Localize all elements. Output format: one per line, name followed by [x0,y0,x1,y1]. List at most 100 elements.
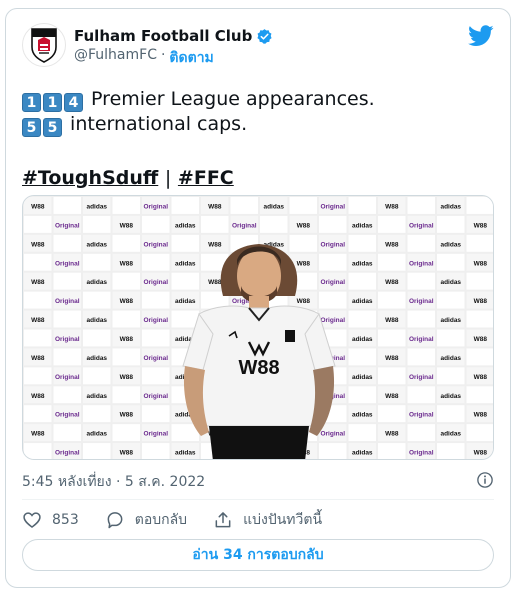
backdrop-sponsor-logo: W88 [474,222,488,229]
backdrop-sponsor-logo: adidas [440,203,461,210]
backdrop-sponsor-logo: W88 [385,317,399,324]
backdrop-sponsor-logo: W88 [120,412,134,419]
backdrop-cell [53,348,81,366]
backdrop-sponsor-logo: Original [409,222,434,229]
backdrop-sponsor-logo: adidas [86,279,107,286]
backdrop-sponsor-logo: W88 [208,203,222,210]
backdrop-cell [112,234,140,252]
shirt-sponsor: W88 [238,357,279,379]
backdrop-sponsor-logo: adidas [440,241,461,248]
backdrop-cell [378,329,406,347]
backdrop-cell [378,367,406,385]
backdrop-cell [83,329,111,347]
backdrop-sponsor-logo: W88 [120,336,134,343]
backdrop-sponsor-logo: W88 [120,450,134,457]
backdrop-sponsor-logo: Original [409,260,434,267]
backdrop-sponsor-logo: Original [143,241,168,248]
backdrop-cell [53,234,81,252]
backdrop-sponsor-logo: W88 [120,374,134,381]
backdrop-cell [83,443,111,459]
reply-button[interactable]: ตอบกลับ [105,509,187,531]
backdrop-cell [289,234,317,252]
backdrop-cell [437,253,465,271]
timestamp[interactable]: 5:45 หลังเที่ยง · 5 ส.ค. 2022 [22,474,205,490]
backdrop-cell [142,215,170,233]
backdrop-sponsor-logo: W88 [120,298,134,305]
backdrop-cell [437,329,465,347]
backdrop-sponsor-logo: W88 [385,393,399,400]
backdrop-sponsor-logo: W88 [474,450,488,457]
like-count: 853 [52,512,79,528]
backdrop-sponsor-logo: Original [143,431,168,438]
hashtag-toughsduff[interactable]: #ToughSduff [22,167,158,189]
backdrop-sponsor-logo: W88 [31,203,45,210]
player-photo: W88 adidas Original W88 adidas Original W88 adi… [23,196,493,459]
tweet-line-2-text: international caps. [70,113,248,135]
backdrop-cell [466,234,493,252]
backdrop-cell [348,197,376,214]
backdrop-cell [407,386,435,404]
backdrop-sponsor-logo: adidas [175,450,196,457]
backdrop-sponsor-logo: Original [409,298,434,305]
backdrop-cell [407,272,435,290]
display-name[interactable]: Fulham Football Club [74,27,252,45]
backdrop-cell [142,253,170,271]
tweet-text: 114 Premier League appearances. 55 inter… [22,87,494,137]
backdrop-sponsor-logo: Original [55,374,80,381]
backdrop-sponsor-logo: W88 [474,412,488,419]
handle-row: @FulhamFC · ติดตาม [74,47,214,69]
backdrop-cell [230,197,258,214]
backdrop-cell [437,367,465,385]
backdrop-sponsor-logo: adidas [86,203,107,210]
backdrop-sponsor-logo: W88 [120,260,134,267]
backdrop-cell [24,215,52,233]
backdrop-cell [466,348,493,366]
backdrop-cell [437,215,465,233]
read-replies-button[interactable]: อ่าน 34 การตอบกลับ [22,539,494,571]
backdrop-cell [407,424,435,442]
hashtag-ffc[interactable]: #FFC [178,167,234,189]
backdrop-cell [53,386,81,404]
heart-icon [23,512,41,529]
twitter-bird-icon[interactable] [468,25,494,47]
backdrop-cell [112,424,140,442]
backdrop-cell [142,405,170,423]
tweet-card: Fulham Football Club @FulhamFC · ติดตาม … [5,8,511,588]
backdrop-sponsor-logo: adidas [352,336,373,343]
verified-badge-icon [257,28,272,44]
follow-link[interactable]: ติดตาม [169,47,213,69]
backdrop-sponsor-logo: adidas [352,222,373,229]
hashtags: #ToughSduff | #FFC [22,167,234,189]
info-icon[interactable] [476,471,494,489]
backdrop-cell [112,348,140,366]
keycap-digit: 1 [43,93,62,112]
tweet-photo[interactable]: W88 adidas Original W88 adidas Original W88 adi… [22,195,494,460]
backdrop-sponsor-logo: W88 [31,393,45,400]
backdrop-sponsor-logo: W88 [474,298,488,305]
avatar[interactable] [22,23,66,67]
backdrop-cell [53,424,81,442]
backdrop-sponsor-logo: W88 [297,260,311,267]
backdrop-cell [289,197,317,214]
backdrop-cell [319,291,347,309]
tweet-line-2: 55 international caps. [22,112,494,137]
like-button[interactable]: 853 [22,510,79,530]
handle[interactable]: @FulhamFC [74,47,157,69]
backdrop-cell [348,234,376,252]
backdrop-cell [171,234,199,252]
keycap-digit: 4 [64,93,83,112]
backdrop-sponsor-logo: W88 [474,260,488,267]
backdrop-sponsor-logo: W88 [31,431,45,438]
backdrop-cell [466,197,493,214]
keycap-digit: 5 [43,118,62,137]
divider [22,499,494,500]
backdrop-cell [437,291,465,309]
backdrop-cell [83,253,111,271]
share-button[interactable]: แบ่งปันทวีตนี้ [213,509,322,531]
backdrop-cell [437,405,465,423]
backdrop-sponsor-logo: adidas [440,393,461,400]
backdrop-cell [142,367,170,385]
backdrop-cell [378,405,406,423]
backdrop-cell [83,405,111,423]
backdrop-sponsor-logo: adidas [175,222,196,229]
